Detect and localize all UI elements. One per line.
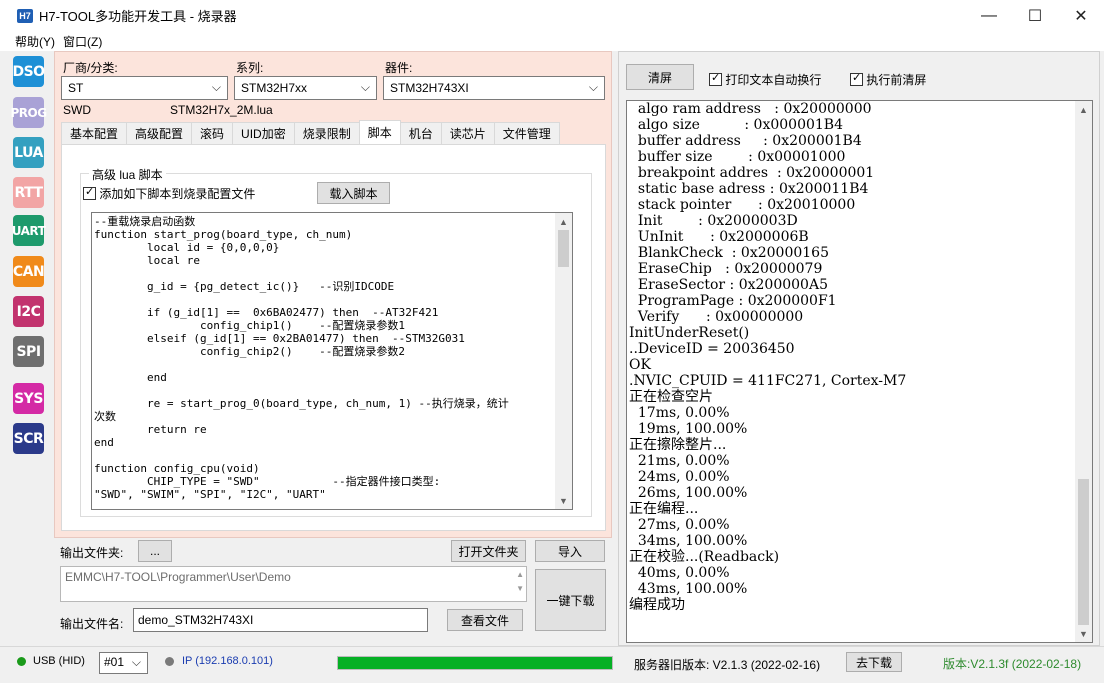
progress-fill bbox=[338, 657, 612, 669]
device-select[interactable]: STM32H743XI ⌵ bbox=[383, 76, 605, 100]
usb-status-dot bbox=[17, 657, 26, 666]
checkbox-checked-icon[interactable] bbox=[850, 71, 863, 86]
chevron-down-icon: ⌵ bbox=[360, 80, 370, 94]
path-scroll[interactable]: ▲ ▼ bbox=[516, 568, 524, 596]
output-file-label: 输出文件名: bbox=[60, 617, 124, 631]
spi-button[interactable]: SPI bbox=[13, 336, 44, 367]
output-folder-path[interactable]: EMMC\H7-TOOL\Programmer\User\Demo ▲ ▼ bbox=[60, 566, 527, 602]
series-value: STM32H7xx bbox=[241, 81, 308, 95]
scroll-down-icon[interactable]: ▼ bbox=[1075, 625, 1092, 642]
can-button[interactable]: CAN bbox=[13, 256, 45, 287]
tab-script[interactable]: 脚本 bbox=[358, 120, 401, 144]
checkbox-checked-icon[interactable] bbox=[709, 71, 722, 86]
checkbox-checked-icon[interactable] bbox=[83, 185, 96, 200]
device-label: 器件: bbox=[385, 61, 413, 75]
device-number-value: #01 bbox=[104, 655, 125, 669]
script-code: --重载烧录启动函数 function start_prog(board_typ… bbox=[94, 215, 509, 501]
uart-button[interactable]: UART bbox=[12, 215, 46, 246]
close-button[interactable]: ✕ bbox=[1058, 0, 1104, 31]
window-title: H7-TOOL多功能开发工具 - 烧录器 bbox=[39, 9, 237, 24]
series-select[interactable]: STM32H7xx ⌵ bbox=[234, 76, 377, 100]
chevron-down-icon: ⌵ bbox=[131, 655, 141, 669]
menu-bar: 帮助(Y) 窗口(Z) bbox=[0, 31, 1104, 51]
one-key-download-button[interactable]: 一键下载 bbox=[535, 569, 606, 631]
minimize-button[interactable]: — bbox=[966, 0, 1012, 31]
scroll-up-icon[interactable]: ▲ bbox=[516, 568, 524, 582]
scroll-thumb[interactable] bbox=[558, 230, 569, 267]
load-script-button[interactable]: 载入脚本 bbox=[317, 182, 390, 204]
import-button[interactable]: 导入 bbox=[535, 540, 605, 562]
maximize-button[interactable]: ☐ bbox=[1012, 0, 1058, 31]
output-file-name-input[interactable] bbox=[133, 608, 428, 632]
i2c-button[interactable]: I2C bbox=[13, 296, 44, 327]
status-bar: USB (HID) #01 ⌵ IP (192.168.0.101) 服务器旧版… bbox=[0, 646, 1104, 683]
log-text: algo ram address : 0x20000000 algo size … bbox=[629, 101, 907, 613]
tab-basic[interactable]: 基本配置 bbox=[61, 122, 128, 144]
output-panel: 输出文件夹: ... 打开文件夹 导入 EMMC\H7-TOOL\Program… bbox=[54, 538, 612, 646]
lua-file-label: STM32H7x_2M.lua bbox=[170, 103, 273, 117]
tab-rolling-code[interactable]: 滚码 bbox=[191, 122, 234, 144]
auto-wrap-checkbox[interactable]: 打印文本自动换行 bbox=[709, 71, 821, 88]
version-label: 版本:V2.1.3f (2022-02-18) bbox=[943, 657, 1082, 671]
chevron-down-icon: ⌵ bbox=[588, 80, 598, 94]
config-panel: 厂商/分类: 系列: 器件: ST ⌵ STM32H7xx ⌵ STM32H74… bbox=[54, 51, 612, 538]
group-title: 高级 lua 脚本 bbox=[89, 166, 166, 183]
go-download-button[interactable]: 去下载 bbox=[846, 652, 902, 672]
log-scrollbar[interactable]: ▲ ▼ bbox=[1075, 101, 1092, 642]
lua-button[interactable]: LUA bbox=[13, 137, 44, 168]
device-number-select[interactable]: #01 ⌵ bbox=[99, 652, 148, 674]
log-output[interactable]: algo ram address : 0x20000000 algo size … bbox=[626, 100, 1093, 643]
add-script-checkbox[interactable]: 添加如下脚本到烧录配置文件 bbox=[83, 185, 255, 202]
clear-screen-button[interactable]: 清屏 bbox=[626, 64, 694, 90]
menu-window[interactable]: 窗口(Z) bbox=[63, 33, 110, 50]
ip-status-dot bbox=[165, 657, 174, 666]
open-folder-button[interactable]: 打开文件夹 bbox=[451, 540, 526, 562]
scroll-thumb[interactable] bbox=[1078, 479, 1089, 625]
ip-status-label: IP (192.168.0.101) bbox=[182, 655, 273, 667]
output-folder-label: 输出文件夹: bbox=[60, 546, 124, 560]
dso-button[interactable]: DSO bbox=[12, 56, 45, 87]
tab-advanced[interactable]: 高级配置 bbox=[126, 122, 193, 144]
scroll-down-icon[interactable]: ▼ bbox=[555, 492, 572, 509]
clear-before-exec-label: 执行前清屏 bbox=[866, 73, 927, 87]
tab-file-manager[interactable]: 文件管理 bbox=[493, 122, 560, 144]
scroll-up-icon[interactable]: ▲ bbox=[555, 213, 572, 230]
view-file-button[interactable]: 查看文件 bbox=[447, 609, 523, 631]
lua-script-group: 高级 lua 脚本 添加如下脚本到烧录配置文件 载入脚本 --重载烧录启动函数 … bbox=[80, 166, 592, 517]
sys-button[interactable]: SYS bbox=[13, 383, 44, 414]
rtt-button[interactable]: RTT bbox=[13, 177, 44, 208]
app-icon: H7 bbox=[17, 8, 33, 23]
tab-limit[interactable]: 烧录限制 bbox=[293, 122, 360, 144]
scroll-up-icon[interactable]: ▲ bbox=[1075, 101, 1092, 118]
folder-path-text: EMMC\H7-TOOL\Programmer\User\Demo bbox=[65, 570, 291, 584]
prog-button[interactable]: PROG bbox=[10, 97, 47, 128]
tab-read-chip[interactable]: 读芯片 bbox=[440, 122, 495, 144]
editor-scrollbar[interactable]: ▲ ▼ bbox=[555, 213, 572, 509]
chevron-down-icon: ⌵ bbox=[211, 80, 221, 94]
tab-machine[interactable]: 机台 bbox=[399, 122, 442, 144]
clear-before-exec-checkbox[interactable]: 执行前清屏 bbox=[850, 71, 926, 88]
title-bar: H7 H7-TOOL多功能开发工具 - 烧录器 — ☐ ✕ bbox=[0, 0, 1104, 31]
device-value: STM32H743XI bbox=[390, 81, 469, 95]
scroll-down-icon[interactable]: ▼ bbox=[516, 582, 524, 596]
browse-folder-button[interactable]: ... bbox=[138, 540, 172, 562]
interface-label: SWD bbox=[63, 103, 91, 117]
menu-help[interactable]: 帮助(Y) bbox=[0, 33, 63, 50]
server-version-label: 服务器旧版本: V2.1.3 (2022-02-16) bbox=[634, 658, 821, 672]
vendor-value: ST bbox=[68, 81, 84, 95]
tab-uid-encrypt[interactable]: UID加密 bbox=[232, 122, 295, 144]
script-editor[interactable]: --重载烧录启动函数 function start_prog(board_typ… bbox=[91, 212, 573, 510]
add-script-label: 添加如下脚本到烧录配置文件 bbox=[99, 187, 256, 201]
scr-button[interactable]: SCR bbox=[13, 423, 44, 454]
usb-status-label: USB (HID) bbox=[33, 655, 85, 667]
vendor-select[interactable]: ST ⌵ bbox=[61, 76, 228, 100]
auto-wrap-label: 打印文本自动换行 bbox=[725, 73, 822, 87]
progress-bar bbox=[337, 656, 613, 670]
side-toolbar: DSO PROG LUA RTT UART CAN I2C SPI SYS SC… bbox=[0, 51, 47, 646]
log-panel: 清屏 打印文本自动换行 执行前清屏 algo ram address : 0x2… bbox=[618, 51, 1100, 646]
series-label: 系列: bbox=[236, 61, 264, 75]
config-tabs: 基本配置 高级配置 滚码 UID加密 烧录限制 脚本 机台 读芯片 文件管理 bbox=[61, 120, 560, 144]
script-tab-page: 高级 lua 脚本 添加如下脚本到烧录配置文件 载入脚本 --重载烧录启动函数 … bbox=[61, 144, 606, 531]
vendor-label: 厂商/分类: bbox=[63, 61, 118, 75]
